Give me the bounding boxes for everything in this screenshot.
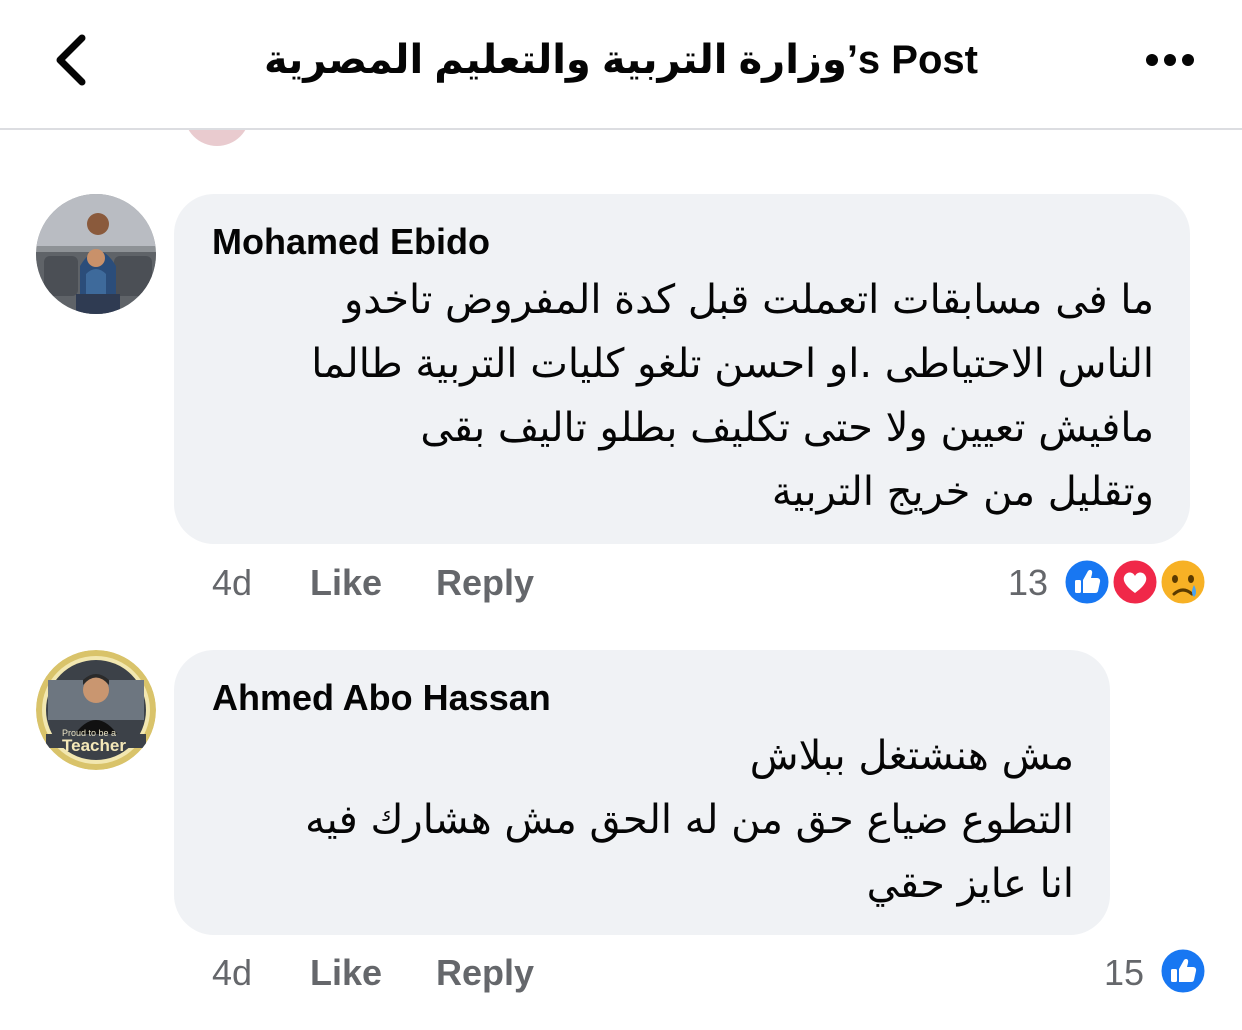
comment-text-line: التطوع ضياع حق من له الحق مش هشارك فيه bbox=[305, 797, 1074, 843]
comment-text-line: وتقليل من خريج التربية bbox=[771, 469, 1154, 515]
comment-author[interactable]: Mohamed Ebido bbox=[212, 220, 490, 264]
comment-author[interactable]: Ahmed Abo Hassan bbox=[212, 676, 551, 720]
reply-button[interactable]: Reply bbox=[436, 561, 534, 605]
page-title: وزارة التربية والتعليم المصرية’s Post bbox=[264, 38, 978, 82]
chevron-left-icon bbox=[56, 34, 86, 86]
avatar-caption: Teacher bbox=[62, 736, 126, 755]
reaction-count[interactable]: 13 bbox=[980, 561, 1048, 605]
comment-timestamp[interactable]: 4d bbox=[212, 561, 252, 605]
comment-text-line: ما فى مسابقات اتعملت قبل كدة المفروض تاخ… bbox=[343, 277, 1154, 323]
comment-text-line: مش هنشتغل ببلاش bbox=[749, 733, 1074, 779]
more-horizontal-icon bbox=[1146, 54, 1194, 66]
post-header: وزارة التربية والتعليم المصرية’s Post bbox=[0, 0, 1242, 130]
back-button[interactable] bbox=[48, 30, 108, 90]
like-button[interactable]: Like bbox=[310, 561, 382, 605]
avatar[interactable] bbox=[36, 194, 156, 314]
like-reaction-icon[interactable] bbox=[1062, 557, 1112, 607]
like-button[interactable]: Like bbox=[310, 951, 382, 995]
comment-text: مش هنشتغل ببلاش التطوع ضياع حق من له الح… bbox=[204, 724, 1074, 916]
comment-timestamp[interactable]: 4d bbox=[212, 951, 252, 995]
like-reaction-icon[interactable] bbox=[1158, 946, 1208, 996]
comment-bubble: Ahmed Abo Hassan مش هنشتغل ببلاش التطوع … bbox=[174, 650, 1110, 935]
comment-bubble: Mohamed Ebido ما فى مسابقات اتعملت قبل ك… bbox=[174, 194, 1190, 544]
sad-reaction-icon[interactable] bbox=[1158, 557, 1208, 607]
more-options-button[interactable] bbox=[1140, 40, 1204, 80]
avatar[interactable]: Proud to be a Teacher bbox=[36, 650, 156, 770]
comment-text-line: انا عايز حقي bbox=[866, 861, 1074, 907]
comment-text: ما فى مسابقات اتعملت قبل كدة المفروض تاخ… bbox=[204, 268, 1154, 524]
profile-photo-icon bbox=[36, 194, 156, 314]
comment-text-line: الناس الاحتياطى .او احسن تلغو كليات التر… bbox=[311, 341, 1154, 387]
love-reaction-icon[interactable] bbox=[1110, 557, 1160, 607]
reply-button[interactable]: Reply bbox=[436, 951, 534, 995]
reaction-count[interactable]: 15 bbox=[1076, 951, 1144, 995]
comment-text-line: مافيش تعيين ولا حتى تكليف بطلو تاليف بقى bbox=[420, 405, 1154, 451]
